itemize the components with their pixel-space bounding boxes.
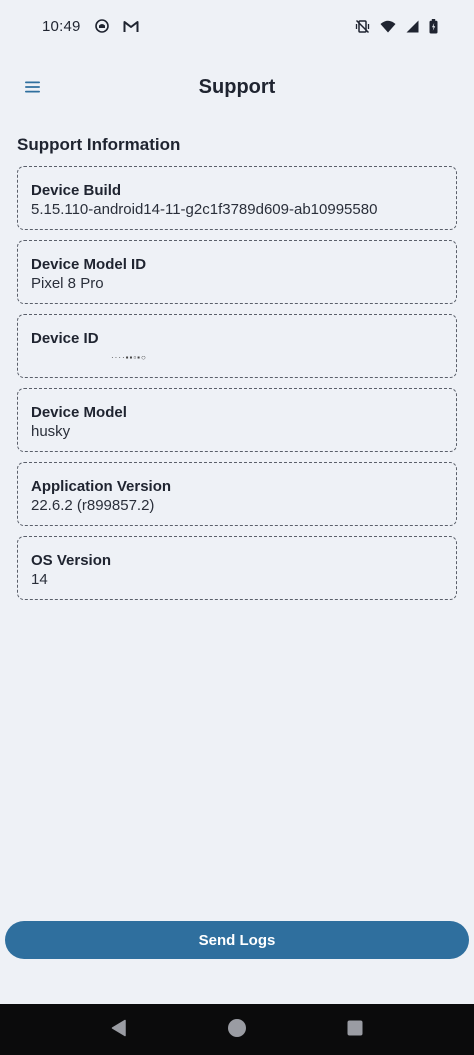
back-button[interactable]	[108, 1019, 130, 1041]
card-value-masked: ····▪▪▫▪○	[111, 353, 147, 362]
card-value: 14	[31, 571, 48, 588]
signal-icon	[406, 20, 419, 33]
card-label: Application Version	[31, 478, 172, 495]
card-value: 22.6.2 (r899857.2)	[31, 497, 155, 514]
card-label: Device ID	[31, 330, 99, 347]
wifi-icon	[380, 20, 396, 33]
send-logs-button[interactable]: Send Logs	[5, 921, 469, 959]
page-title: Support	[198, 76, 276, 98]
vibrate-off-icon	[355, 19, 370, 34]
card-device-model-id: Device Model ID Pixel 8 Pro	[17, 240, 457, 304]
card-application-version: Application Version 22.6.2 (r899857.2)	[17, 462, 457, 526]
status-time: 10:49	[42, 17, 81, 35]
gmail-icon	[123, 20, 139, 33]
card-label: Device Model	[31, 404, 127, 421]
home-button[interactable]	[226, 1018, 248, 1043]
card-device-id: Device ID ····▪▪▫▪○	[17, 314, 457, 378]
card-value: Pixel 8 Pro	[31, 275, 104, 292]
card-device-build: Device Build 5.15.110-android14-11-g2c1f…	[17, 166, 457, 230]
battery-charging-icon	[429, 18, 438, 34]
nav-bar	[0, 1004, 474, 1055]
support-info-list: Device Build 5.15.110-android14-11-g2c1f…	[17, 166, 457, 600]
card-label: Device Build	[31, 182, 122, 199]
card-label: Device Model ID	[31, 256, 147, 273]
circle-notification-icon	[94, 19, 109, 33]
status-left: 10:49	[42, 18, 139, 35]
card-label: OS Version	[31, 552, 112, 569]
card-os-version: OS Version 14	[17, 536, 457, 600]
card-device-model: Device Model husky	[17, 388, 457, 452]
card-value: husky	[31, 423, 71, 440]
app-bar: Support	[0, 60, 474, 118]
status-bar: 10:49	[0, 0, 474, 52]
back-icon	[111, 1019, 127, 1042]
status-right	[355, 18, 438, 34]
recents-button[interactable]	[344, 1019, 366, 1041]
card-value: 5.15.110-android14-11-g2c1f3789d609-ab10…	[31, 201, 378, 218]
section-heading: Support Information	[17, 135, 181, 154]
recents-icon	[347, 1020, 363, 1041]
home-icon	[227, 1018, 247, 1043]
